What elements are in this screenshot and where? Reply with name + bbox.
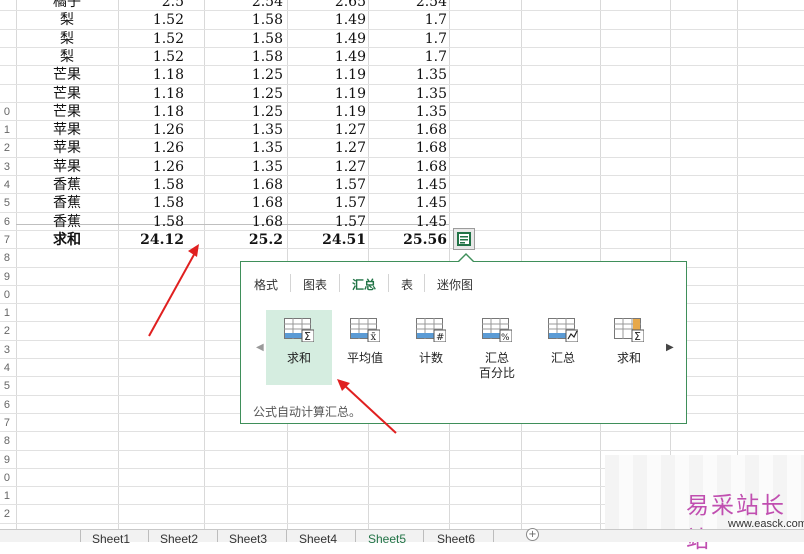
annotation-arrows — [148, 244, 397, 434]
annotation-arrow — [148, 250, 197, 337]
annotation-arrow — [343, 384, 397, 434]
